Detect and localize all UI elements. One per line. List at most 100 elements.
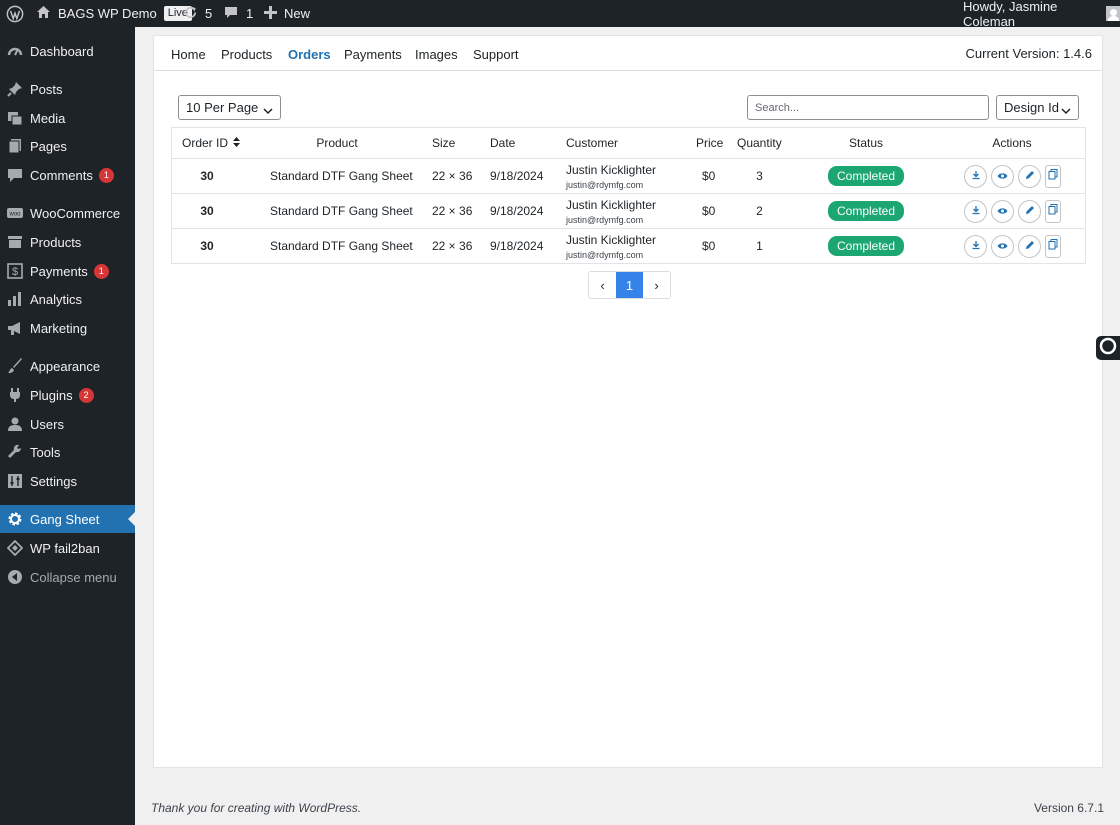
download-icon [971, 239, 981, 253]
sidebar-item-tools[interactable]: Tools [0, 438, 135, 466]
download-button[interactable] [964, 164, 987, 188]
tab-images[interactable]: Images [415, 47, 458, 62]
sidebar-item-label: Dashboard [30, 43, 94, 59]
eye-icon [997, 169, 1008, 183]
edit-button[interactable] [1018, 164, 1041, 188]
updates-link[interactable]: 5 [183, 0, 212, 27]
sidebar-item-label: Gang Sheet [30, 511, 100, 527]
sidebar-item-label: Users [30, 416, 64, 432]
status-badge: Completed [827, 236, 905, 256]
chevron-down-icon [1061, 103, 1071, 118]
duplicate-button[interactable] [1045, 234, 1061, 258]
page-1-button[interactable]: 1 [616, 272, 643, 298]
site-name-link[interactable]: BAGS WP Demo Live [36, 0, 192, 27]
download-button[interactable] [964, 234, 987, 258]
status-cell: Completed [822, 159, 910, 193]
eye-icon [997, 239, 1008, 253]
sidebar-item-settings[interactable]: Settings [0, 467, 135, 495]
quantity: 2 [756, 204, 763, 218]
sidebar-item-label: Payments [30, 263, 88, 279]
pencil-icon [1025, 204, 1035, 218]
price: $0 [702, 239, 716, 253]
plus-icon [264, 5, 277, 22]
tab-home[interactable]: Home [171, 47, 206, 62]
view-button[interactable] [991, 164, 1014, 188]
sidebar-item-label: Pages [30, 138, 67, 154]
sidebar-item-posts[interactable]: Posts [0, 75, 135, 103]
tab-payments[interactable]: Payments [344, 47, 402, 62]
customer-name: Justin Kicklighter [566, 197, 657, 212]
customer: Justin Kicklighter justin@rdymfg.com [566, 159, 656, 193]
download-button[interactable] [964, 199, 987, 223]
sort-field-select[interactable]: Design Id [996, 95, 1079, 120]
date: 9/18/2024 [490, 204, 544, 218]
per-page-value: 10 Per Page [186, 100, 259, 115]
view-button[interactable] [991, 199, 1014, 223]
sidebar-item-wp-fail2ban[interactable]: WP fail2ban [0, 534, 135, 562]
price: $0 [702, 204, 716, 218]
copy-icon [1048, 169, 1058, 183]
sidebar-item-comments[interactable]: Comments 1 [0, 161, 135, 189]
duplicate-button[interactable] [1045, 164, 1061, 188]
customer-name: Justin Kicklighter [566, 232, 657, 247]
order-id-header[interactable]: Order ID [182, 128, 241, 158]
media-icon [7, 110, 23, 126]
sidebar-item-users[interactable]: Users [0, 410, 135, 438]
orders-table: Order ID Product Size Date Customer Pric… [171, 127, 1086, 264]
sidebar-item-label: Collapse menu [30, 569, 117, 585]
chevron-down-icon [263, 103, 273, 118]
tab-orders[interactable]: Orders [288, 47, 331, 62]
edit-button[interactable] [1018, 234, 1041, 258]
current-version: Current Version: 1.4.6 [965, 46, 1092, 61]
sidebar-item-analytics[interactable]: Analytics [0, 285, 135, 313]
collapse-menu-button[interactable]: Collapse menu [0, 563, 135, 591]
sidebar-item-label: Settings [30, 473, 77, 489]
sidebar-item-marketing[interactable]: Marketing [0, 314, 135, 342]
floating-widget-button[interactable] [1096, 336, 1120, 360]
sidebar-item-dashboard[interactable]: Dashboard [0, 37, 135, 65]
row-actions [964, 194, 1065, 228]
sliders-icon [7, 473, 23, 489]
edit-button[interactable] [1018, 199, 1041, 223]
next-page-button[interactable]: › [643, 272, 670, 298]
customer-email: justin@rdymfg.com [566, 249, 644, 260]
new-label: New [284, 6, 311, 21]
copy-icon [1048, 239, 1058, 253]
search-input[interactable]: Search... [747, 95, 989, 120]
sort-icon [233, 136, 241, 150]
download-icon [971, 169, 981, 183]
sidebar-item-gang-sheet[interactable]: Gang Sheet [0, 505, 135, 533]
pin-icon [7, 81, 23, 97]
table-row: 30 Standard DTF Gang Sheet 22 × 36 9/18/… [172, 228, 1085, 263]
sidebar-item-pages[interactable]: Pages [0, 132, 135, 160]
table-header: Order ID Product Size Date Customer Pric… [172, 128, 1085, 158]
my-account-link[interactable]: Howdy, Jasmine Coleman [963, 0, 1120, 29]
chart-icon [7, 291, 23, 307]
sidebar-item-products[interactable]: Products [0, 228, 135, 256]
sidebar-item-plugins[interactable]: Plugins 2 [0, 381, 135, 409]
sidebar-item-media[interactable]: Media [0, 104, 135, 132]
size-header: Size [432, 136, 456, 150]
pencil-icon [1025, 239, 1035, 253]
comments-link[interactable]: 1 [224, 0, 253, 27]
product-name: Standard DTF Gang Sheet [270, 239, 413, 253]
tab-support[interactable]: Support [473, 47, 519, 62]
comment-icon [7, 167, 23, 183]
comment-icon [224, 5, 238, 22]
sidebar-item-label: Tools [30, 444, 61, 460]
pages-icon [7, 138, 23, 154]
dashboard-icon [7, 43, 23, 59]
sidebar-item-appearance[interactable]: Appearance [0, 352, 135, 380]
wordpress-logo-icon[interactable] [6, 0, 24, 27]
fail2ban-icon [7, 540, 23, 556]
per-page-select[interactable]: 10 Per Page [178, 95, 281, 120]
tab-products[interactable]: Products [221, 47, 272, 62]
view-button[interactable] [991, 234, 1014, 258]
status-cell: Completed [822, 229, 910, 263]
duplicate-button[interactable] [1045, 199, 1061, 223]
admin-sidebar: Dashboard Posts Media Pages Comments 1 w… [0, 27, 135, 825]
sidebar-item-payments[interactable]: $ Payments 1 [0, 257, 135, 285]
prev-page-button[interactable]: ‹ [589, 272, 616, 298]
sidebar-item-woocommerce[interactable]: woo WooCommerce [0, 199, 135, 227]
new-content-link[interactable]: New [264, 0, 310, 27]
